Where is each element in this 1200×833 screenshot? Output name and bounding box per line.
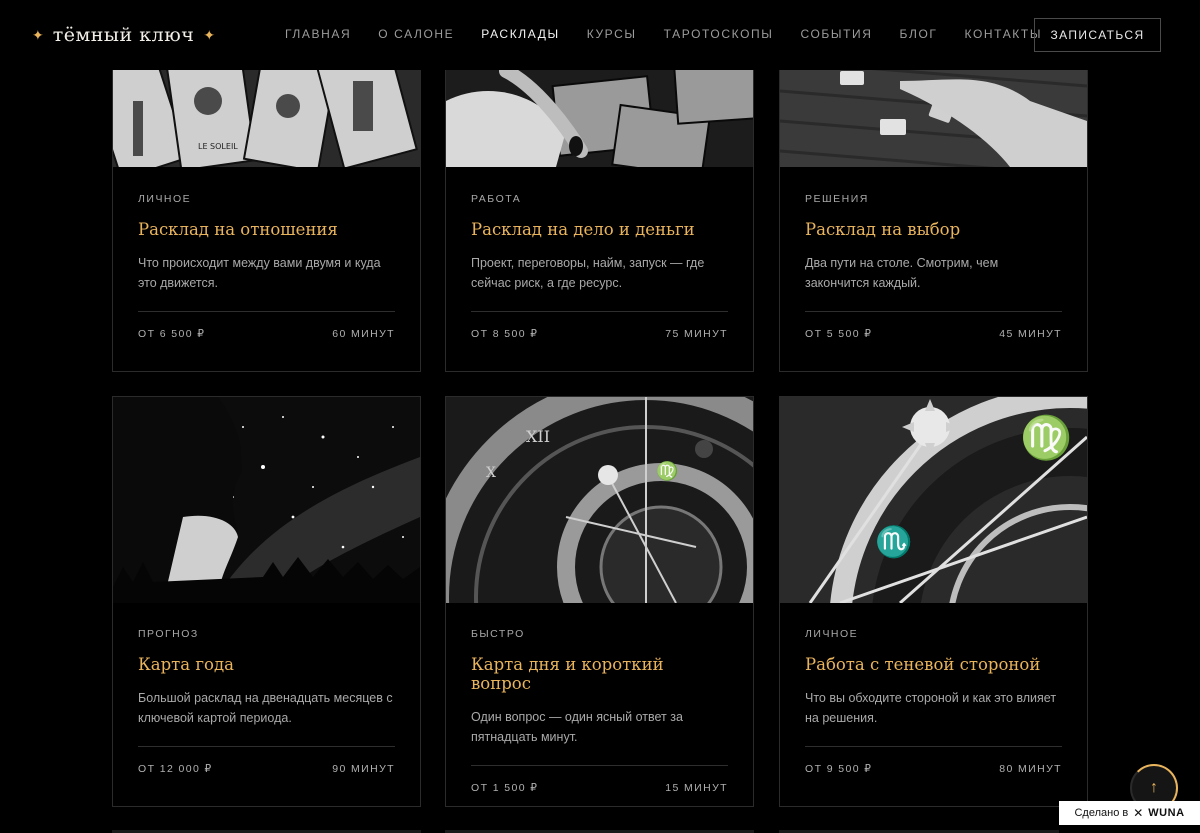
card-description: Что происходит между вами двумя и куда э… — [138, 256, 381, 290]
made-with-brand: WUNA — [1148, 807, 1185, 819]
card-duration: 60 МИНУТ — [332, 328, 395, 340]
card-shadow-work[interactable]: ♍ ♏ ЛИЧНОЕ Работа с теневой стороной Что… — [779, 396, 1088, 807]
logo-text: тёмный ключ — [52, 24, 195, 46]
card-title[interactable]: Работа с теневой стороной — [805, 655, 1062, 674]
card-tag: РЕШЕНИЯ — [805, 193, 869, 205]
book-button[interactable]: ЗАПИСАТЬСЯ — [1034, 18, 1161, 52]
nav-item-courses[interactable]: КУРСЫ — [587, 27, 637, 41]
nav-item-tarotoscopes[interactable]: ТАРОТОСКОПЫ — [664, 27, 774, 41]
card-title[interactable]: Расклад на дело и деньги — [471, 220, 728, 239]
card-price: ОТ 8 500 ₽ — [471, 328, 539, 340]
card-duration: 15 МИНУТ — [665, 782, 728, 794]
card-duration: 90 МИНУТ — [332, 763, 395, 775]
card-tag: ЛИЧНОЕ — [138, 193, 192, 205]
card-description: Два пути на столе. Смотрим, чем закончит… — [805, 256, 999, 290]
card-meta: ОТ 6 500 ₽ 60 МИНУТ — [138, 328, 395, 340]
card-price: ОТ 5 500 ₽ — [805, 328, 873, 340]
card-tag: БЫСТРО — [471, 628, 525, 640]
svg-text:LE SOLEIL: LE SOLEIL — [198, 142, 238, 151]
card-description: Проект, переговоры, найм, запуск — где с… — [471, 256, 705, 290]
card-title[interactable]: Карта года — [138, 655, 395, 674]
card-duration: 75 МИНУТ — [665, 328, 728, 340]
card-divider — [805, 746, 1062, 747]
star-icon: ✦ — [32, 27, 44, 43]
card-divider — [138, 746, 395, 747]
svg-text:X: X — [486, 465, 496, 481]
nav-item-home[interactable]: ГЛАВНАЯ — [285, 27, 351, 41]
card-divider — [138, 311, 395, 312]
astronomical-clock-image: ♍ XII X — [446, 397, 753, 603]
made-with-badge[interactable]: Сделано в ✕ WUNA — [1059, 801, 1200, 825]
card-meta: ОТ 1 500 ₽ 15 МИНУТ — [471, 782, 728, 794]
svg-text:♏: ♏ — [875, 524, 912, 560]
site-logo[interactable]: ✦ тёмный ключ ✦ — [32, 24, 215, 46]
zodiac-dial-closeup-image: ♍ ♏ — [780, 397, 1087, 603]
site-header: ✦ тёмный ключ ✦ ГЛАВНАЯ О САЛОНЕ РАСКЛАД… — [0, 0, 1200, 70]
card-meta: ОТ 8 500 ₽ 75 МИНУТ — [471, 328, 728, 340]
svg-text:♍: ♍ — [656, 460, 678, 482]
svg-text:XII: XII — [526, 427, 550, 446]
card-meta: ОТ 12 000 ₽ 90 МИНУТ — [138, 763, 395, 775]
card-title[interactable]: Расклад на выбор — [805, 220, 1062, 239]
nav-item-contacts[interactable]: КОНТАКТЫ — [965, 27, 1043, 41]
made-with-prefix: Сделано в — [1074, 807, 1129, 819]
card-tag: ПРОГНОЗ — [138, 628, 199, 640]
card-title[interactable]: Расклад на отношения — [138, 220, 395, 239]
card-title[interactable]: Карта дня и короткий вопрос — [471, 655, 728, 693]
card-price: ОТ 6 500 ₽ — [138, 328, 206, 340]
nav-item-blog[interactable]: БЛОГ — [900, 27, 938, 41]
wuna-logo-icon: ✕ — [1133, 806, 1144, 820]
card-price: ОТ 12 000 ₽ — [138, 763, 213, 775]
card-price: ОТ 1 500 ₽ — [471, 782, 539, 794]
nav-item-about[interactable]: О САЛОНЕ — [378, 27, 454, 41]
card-year-map[interactable]: ПРОГНОЗ Карта года Большой расклад на дв… — [112, 396, 421, 807]
card-divider — [471, 765, 728, 766]
card-day-card[interactable]: ♍ XII X БЫСТРО Карта дня и короткий вопр… — [445, 396, 754, 807]
card-business-money[interactable]: РАБОТА Расклад на дело и деньги Проект, … — [445, 40, 754, 372]
card-duration: 80 МИНУТ — [999, 763, 1062, 775]
nav-item-events[interactable]: СОБЫТИЯ — [800, 27, 872, 41]
main-nav: ГЛАВНАЯ О САЛОНЕ РАСКЛАДЫ КУРСЫ ТАРОТОСК… — [285, 27, 1069, 41]
card-description: Что вы обходите стороной и как это влияе… — [805, 691, 1057, 725]
card-description: Один вопрос — один ясный ответ за пятнад… — [471, 710, 683, 744]
card-relationships[interactable]: LE SOLEIL ЛИЧНОЕ Расклад на отношения Чт… — [112, 40, 421, 372]
starry-sky-portrait-image — [113, 397, 420, 603]
star-icon: ✦ — [203, 27, 216, 43]
card-meta: ОТ 9 500 ₽ 80 МИНУТ — [805, 763, 1062, 775]
svg-text:♍: ♍ — [1020, 413, 1072, 462]
card-divider — [471, 311, 728, 312]
card-tag: ЛИЧНОЕ — [805, 628, 859, 640]
card-tag: РАБОТА — [471, 193, 522, 205]
nav-item-spreads[interactable]: РАСКЛАДЫ — [481, 27, 559, 41]
card-duration: 45 МИНУТ — [999, 328, 1062, 340]
card-choice[interactable]: РЕШЕНИЯ Расклад на выбор Два пути на сто… — [779, 40, 1088, 372]
card-description: Большой расклад на двенадцать месяцев с … — [138, 691, 393, 725]
card-divider — [805, 311, 1062, 312]
card-meta: ОТ 5 500 ₽ 45 МИНУТ — [805, 328, 1062, 340]
card-price: ОТ 9 500 ₽ — [805, 763, 873, 775]
